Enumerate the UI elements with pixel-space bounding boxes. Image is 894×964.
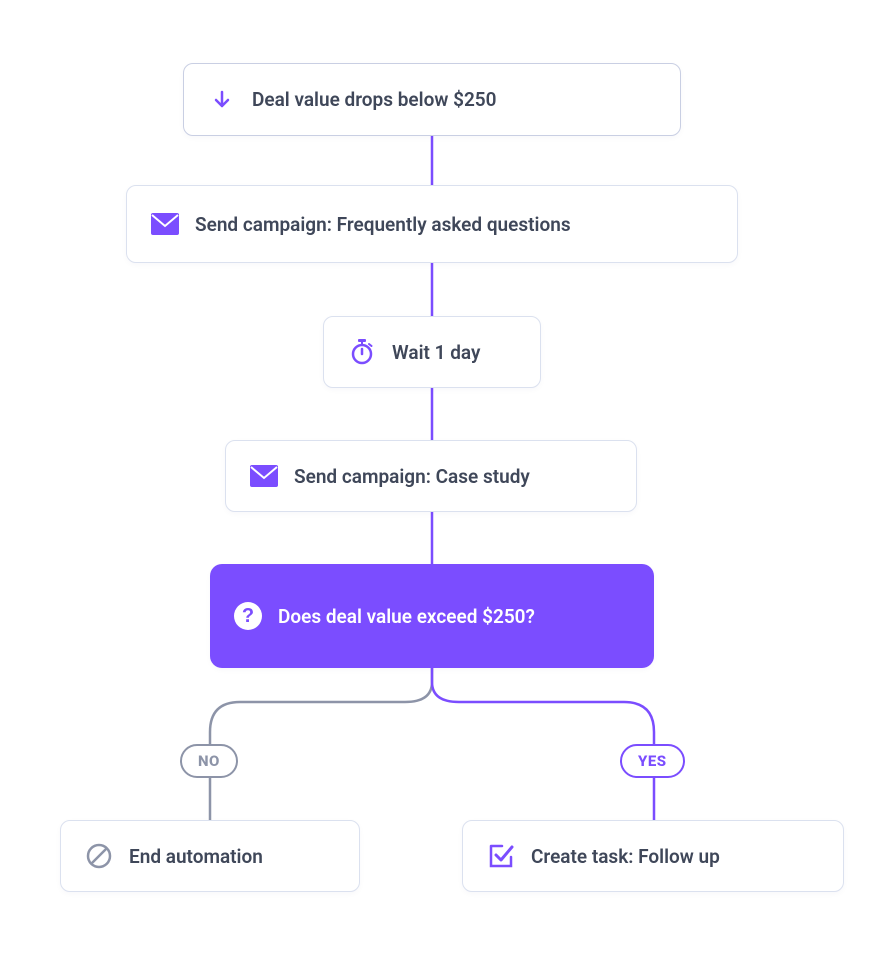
mail-icon [151,210,179,238]
condition-node[interactable]: ? Does deal value exceed $250? [210,564,654,668]
end-label: End automation [129,845,263,868]
action-node-send-campaign-1[interactable]: Send campaign: Frequently asked question… [126,185,738,263]
action-node-send-campaign-2[interactable]: Send campaign: Case study [225,440,637,512]
branch-pill-yes: YES [620,744,685,778]
pill-no-label: NO [198,752,220,770]
wait-node[interactable]: Wait 1 day [323,316,541,388]
action-label: Send campaign: Case study [294,465,530,488]
action-label: Send campaign: Frequently asked question… [195,213,571,236]
task-label: Create task: Follow up [531,845,720,868]
create-task-node[interactable]: Create task: Follow up [462,820,844,892]
wait-label: Wait 1 day [392,341,480,364]
svg-text:?: ? [242,605,254,627]
timer-icon [348,338,376,366]
pill-yes-label: YES [638,752,667,770]
arrow-down-icon [208,86,236,114]
mail-icon [250,462,278,490]
question-icon: ? [234,602,262,630]
check-box-icon [487,842,515,870]
trigger-node[interactable]: Deal value drops below $250 [183,63,681,136]
automation-flow-canvas: Deal value drops below $250 Send campaig… [0,0,894,964]
end-automation-node[interactable]: End automation [60,820,360,892]
branch-pill-no: NO [180,744,238,778]
condition-label: Does deal value exceed $250? [278,605,535,628]
stop-icon [85,842,113,870]
trigger-label: Deal value drops below $250 [252,88,497,111]
